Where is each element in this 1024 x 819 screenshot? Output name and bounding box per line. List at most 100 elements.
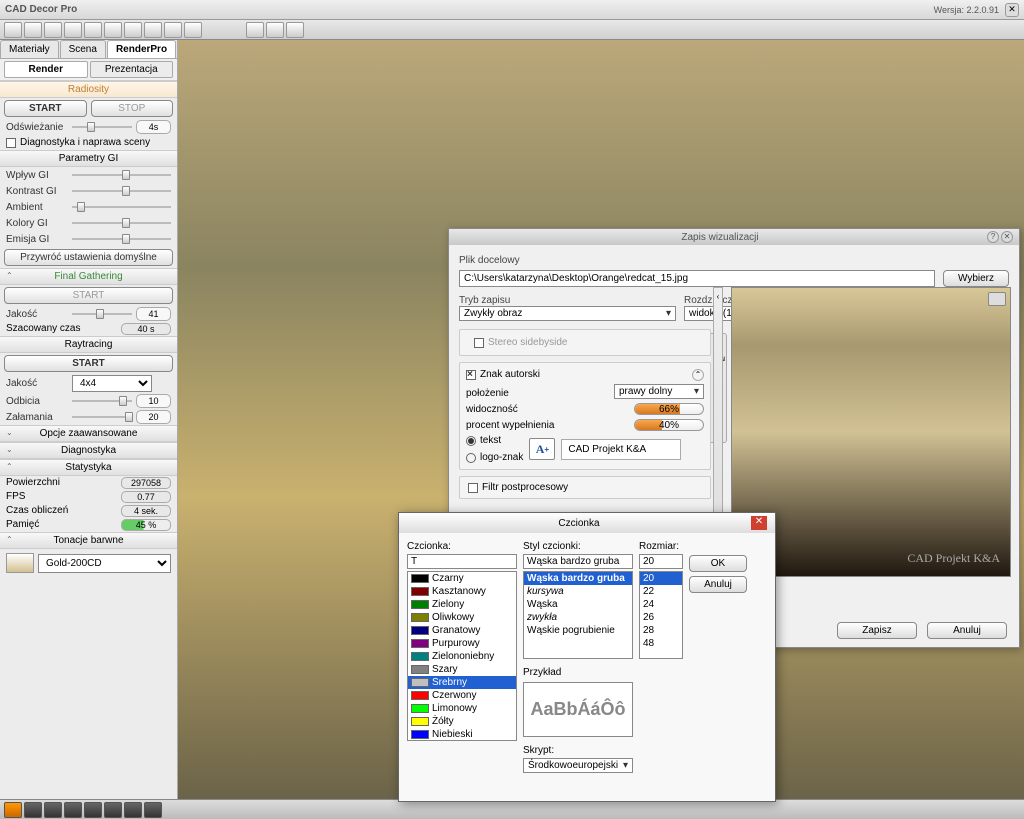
dialog-close-button[interactable]: ✕ (1001, 231, 1013, 243)
toolbar-icon[interactable] (84, 22, 102, 38)
style-option[interactable]: zwykła (524, 611, 632, 624)
color-option[interactable]: Szary (408, 663, 516, 676)
wm-logo-radio[interactable] (466, 453, 476, 463)
rt-refractions-slider[interactable] (72, 410, 132, 424)
cancel-button[interactable]: Anuluj (927, 622, 1007, 639)
style-option[interactable]: Wąskie pogrubienie (524, 624, 632, 637)
rt-quality-select[interactable]: 4x4 (72, 375, 152, 392)
toolbar-icon[interactable] (266, 22, 284, 38)
file-path-input[interactable] (459, 270, 935, 287)
app-close-button[interactable]: ✕ (1005, 3, 1019, 17)
size-option[interactable]: 26 (640, 611, 682, 624)
toolbar-icon[interactable] (124, 22, 142, 38)
rt-start-button[interactable]: START (4, 355, 173, 372)
toolbar-icon[interactable] (44, 22, 62, 38)
toolbar-icon[interactable] (4, 22, 22, 38)
color-option[interactable]: Niebieski (408, 728, 516, 741)
tab-scene[interactable]: Scena (60, 40, 106, 58)
font-button[interactable]: A+ (529, 438, 555, 460)
choose-file-button[interactable]: Wybierz (943, 270, 1009, 287)
toolbar-icon[interactable] (104, 22, 122, 38)
wm-position-select[interactable]: prawy dolny▾ (614, 384, 704, 399)
wm-visibility-slider[interactable]: 66% (634, 403, 704, 415)
tab-renderpro[interactable]: RenderPro (107, 40, 176, 58)
toolbar-icon[interactable] (246, 22, 264, 38)
color-option[interactable]: Srebrny (408, 676, 516, 689)
radiosity-stop-button[interactable]: STOP (91, 100, 174, 117)
bottom-icon[interactable] (84, 802, 102, 818)
fg-start-button[interactable]: START (4, 287, 173, 304)
dialog-help-button[interactable]: ? (987, 231, 999, 243)
font-name-input[interactable] (407, 554, 517, 569)
toolbar-icon[interactable] (184, 22, 202, 38)
font-color-list[interactable]: CzarnyKasztanowyZielonyOliwkowyGranatowy… (407, 571, 517, 741)
font-ok-button[interactable]: OK (689, 555, 747, 572)
gi-ambient-slider[interactable] (72, 200, 171, 214)
color-option[interactable]: Granatowy (408, 624, 516, 637)
font-size-list[interactable]: 202224262848 (639, 571, 683, 659)
wm-text-input[interactable] (561, 439, 681, 460)
color-option[interactable]: Limonowy (408, 702, 516, 715)
refresh-slider[interactable] (72, 120, 132, 134)
fg-quality-slider[interactable] (72, 307, 132, 321)
advanced-header[interactable]: ⌄Opcje zaawansowane (0, 425, 177, 442)
toolbar-icon[interactable] (24, 22, 42, 38)
bottom-icon[interactable] (64, 802, 82, 818)
toolbar-icon[interactable] (164, 22, 182, 38)
subtab-presentation[interactable]: Prezentacja (90, 61, 174, 78)
radiosity-start-button[interactable]: START (4, 100, 87, 117)
bottom-icon[interactable] (4, 802, 22, 818)
color-option[interactable]: Kasztanowy (408, 585, 516, 598)
preview-fullscreen-button[interactable] (988, 292, 1006, 306)
color-option[interactable]: Zielony (408, 598, 516, 611)
bottom-icon[interactable] (24, 802, 42, 818)
bottom-icon[interactable] (124, 802, 142, 818)
rt-reflections-slider[interactable] (72, 394, 132, 408)
gi-influence-slider[interactable] (72, 168, 171, 182)
gi-restore-button[interactable]: Przywróć ustawienia domyślne (4, 249, 173, 266)
bottom-icon[interactable] (44, 802, 62, 818)
watermark-collapse[interactable]: ⌃ (692, 369, 704, 381)
diagnostics-checkbox[interactable] (6, 138, 16, 148)
tone-header[interactable]: ⌃Tonacje barwne (0, 532, 177, 549)
style-option[interactable]: kursywa (524, 585, 632, 598)
font-style-input[interactable] (523, 554, 633, 569)
color-option[interactable]: Czarny (408, 572, 516, 585)
diagnostics-header[interactable]: ⌄Diagnostyka (0, 442, 177, 459)
save-button[interactable]: Zapisz (837, 622, 917, 639)
toolbar-icon[interactable] (144, 22, 162, 38)
subtab-render[interactable]: Render (4, 61, 88, 78)
script-select[interactable]: Środkowoeuropejski▾ (523, 758, 633, 773)
style-option[interactable]: Wąska (524, 598, 632, 611)
tab-materials[interactable]: Materiały (0, 40, 59, 58)
size-option[interactable]: 22 (640, 585, 682, 598)
font-style-list[interactable]: Wąska bardzo grubakursywaWąskazwykłaWąsk… (523, 571, 633, 659)
bottom-icon[interactable] (104, 802, 122, 818)
stereo-checkbox[interactable] (474, 338, 484, 348)
color-option[interactable]: Purpurowy (408, 637, 516, 650)
size-option[interactable]: 24 (640, 598, 682, 611)
font-dialog-close[interactable]: ✕ (751, 516, 767, 530)
color-option[interactable]: Oliwkowy (408, 611, 516, 624)
color-option[interactable]: Czerwony (408, 689, 516, 702)
toolbar-icon[interactable] (64, 22, 82, 38)
save-mode-select[interactable]: Zwykły obraz▾ (459, 306, 676, 321)
fg-header[interactable]: ⌃Final Gathering (0, 268, 177, 285)
watermark-checkbox[interactable] (466, 370, 476, 380)
size-option[interactable]: 48 (640, 637, 682, 650)
bottom-icon[interactable] (144, 802, 162, 818)
wm-fill-slider[interactable]: 40% (634, 419, 704, 431)
wm-text-radio[interactable] (466, 436, 476, 446)
color-option[interactable]: Zielononiebny (408, 650, 516, 663)
font-size-input[interactable] (639, 554, 683, 569)
color-option[interactable]: Żółty (408, 715, 516, 728)
gi-emission-slider[interactable] (72, 232, 171, 246)
size-option[interactable]: 20 (640, 572, 682, 585)
toolbar-icon[interactable] (286, 22, 304, 38)
tone-select[interactable]: Gold-200CD (38, 554, 171, 573)
gi-colors-slider[interactable] (72, 216, 171, 230)
font-cancel-button[interactable]: Anuluj (689, 576, 747, 593)
gi-contrast-slider[interactable] (72, 184, 171, 198)
style-option[interactable]: Wąska bardzo gruba (524, 572, 632, 585)
statistics-header[interactable]: ⌃Statystyka (0, 459, 177, 476)
